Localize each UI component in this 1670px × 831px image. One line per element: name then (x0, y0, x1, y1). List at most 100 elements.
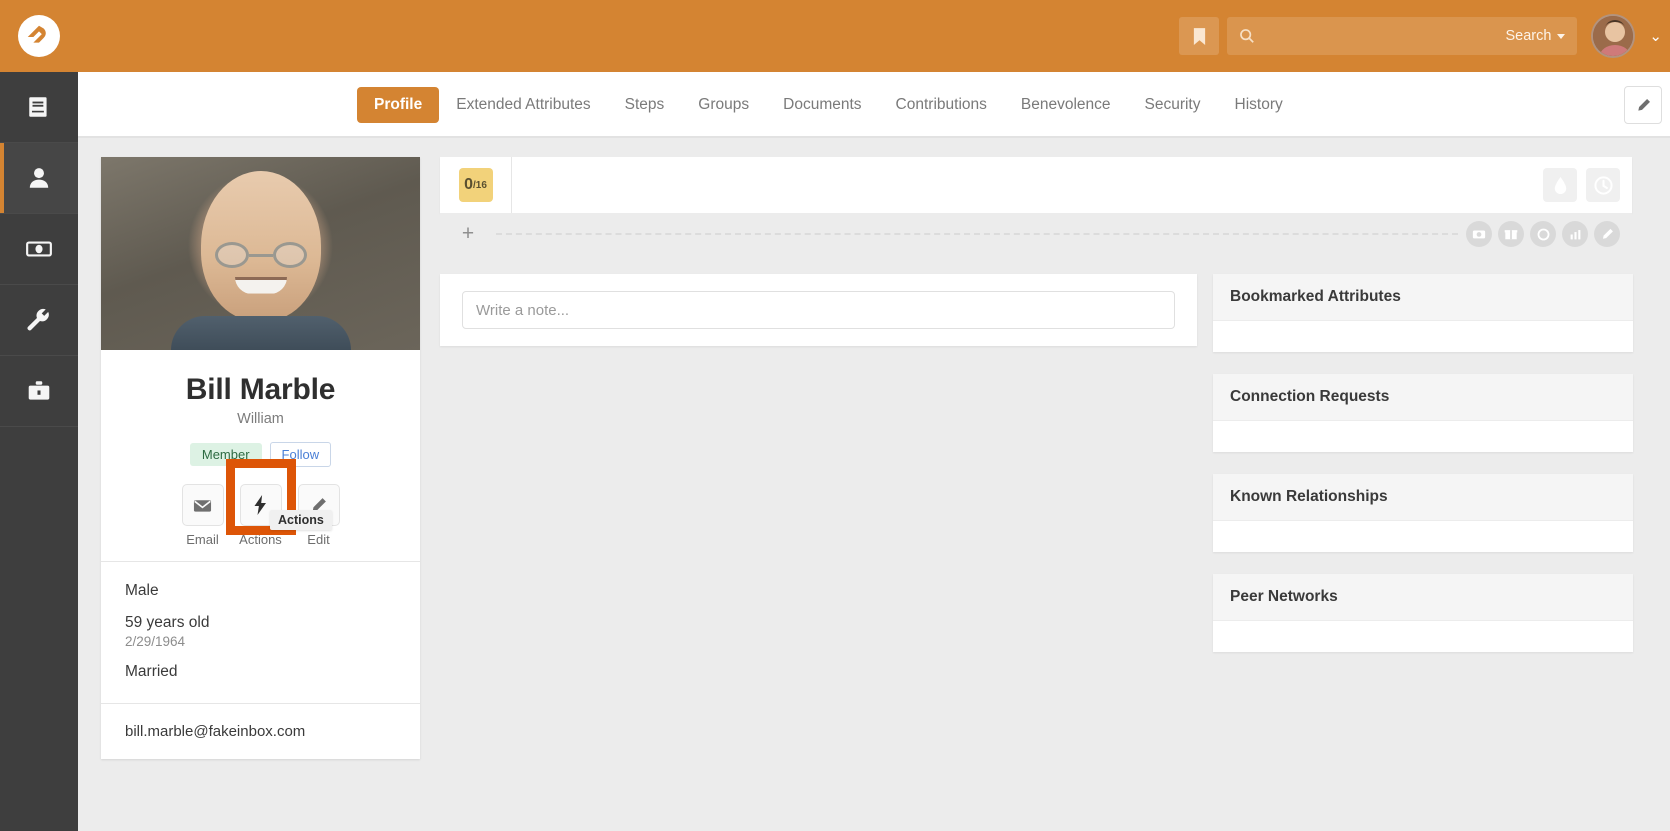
person-email[interactable]: bill.marble@fakeinbox.com (101, 704, 420, 759)
left-sidebar (0, 72, 78, 831)
user-avatar[interactable] (1591, 14, 1636, 58)
circle-glyph-icon (1537, 228, 1549, 240)
pencil-icon (1637, 98, 1650, 111)
wrench-icon (27, 308, 49, 331)
search-input[interactable]: Search (1227, 17, 1578, 55)
logo-container[interactable] (0, 0, 78, 72)
gift-icon[interactable] (1498, 221, 1524, 247)
person-gender: Male (125, 582, 159, 599)
circle-icon[interactable] (1530, 221, 1556, 247)
clock-glyph-icon (1593, 175, 1613, 195)
badge-cell-attendance: 0/16 (440, 157, 512, 213)
avatar-image (1593, 16, 1634, 56)
person-demographics: Male 59 years old 2/29/1964 Married (101, 562, 420, 703)
panel-connection-requests: Connection Requests (1213, 374, 1633, 452)
attendance-total: /16 (473, 179, 487, 191)
badge-bar-right-group (1543, 168, 1632, 202)
bolt-icon (254, 495, 266, 515)
rock-logo-icon (27, 25, 46, 43)
status-badge-member: Member (189, 443, 262, 466)
rock-rms-logo[interactable] (18, 15, 60, 57)
camera-icon[interactable] (1466, 221, 1492, 247)
tab-steps[interactable]: Steps (608, 87, 682, 123)
person-tag-row: Member Follow (101, 442, 420, 467)
email-action-button[interactable]: Email (181, 484, 225, 547)
bookmark-icon[interactable] (1179, 17, 1220, 55)
panel-body (1213, 521, 1633, 552)
search-label: Search (1505, 28, 1552, 44)
pencil-icon[interactable] (1594, 221, 1620, 247)
person-icon (29, 168, 49, 188)
chart-icon[interactable] (1562, 221, 1588, 247)
person-nick-name: William (237, 411, 284, 427)
top-bar: Search ⌄ (0, 0, 1670, 72)
panel-known-relationships: Known Relationships (1213, 474, 1633, 552)
person-name: Bill Marble (185, 373, 336, 406)
sidebar-item-people[interactable] (0, 143, 78, 214)
chart-glyph-icon (1570, 229, 1580, 239)
add-badge-button[interactable]: + (440, 213, 496, 255)
person-profile-card: Bill Marble William Member Follow Email … (101, 157, 420, 759)
email-action-box[interactable] (181, 484, 224, 526)
attendance-count: 0 (464, 176, 473, 193)
tab-contributions[interactable]: Contributions (879, 87, 1004, 123)
topbar-chevron-down-icon[interactable]: ⌄ (1649, 27, 1662, 45)
edit-action-label: Edit (307, 532, 330, 547)
actions-tooltip: Actions (270, 510, 332, 530)
photo-glasses-right (272, 241, 307, 268)
panel-bookmarked-attributes: Bookmarked Attributes (1213, 274, 1633, 352)
panel-body (1213, 621, 1633, 652)
water-drop-glyph-icon (1554, 176, 1566, 194)
page-tab-bar: Profile Extended Attributes Steps Groups… (78, 72, 1670, 137)
tab-extended-attributes[interactable]: Extended Attributes (439, 87, 607, 123)
sidebar-item-finance[interactable] (0, 214, 78, 285)
person-marital-status: Married (125, 663, 178, 680)
follow-button[interactable]: Follow (269, 442, 332, 467)
briefcase-icon (28, 381, 50, 400)
camera-glyph-icon (1472, 230, 1486, 239)
email-action-label: Email (186, 532, 219, 547)
bookmark-glyph-icon (1193, 27, 1206, 45)
person-birthdate: 2/29/1964 (125, 634, 186, 649)
tab-list: Profile Extended Attributes Steps Groups… (357, 86, 1300, 123)
photo-shirt (170, 316, 351, 350)
vertical-scrollbar[interactable] (1666, 72, 1670, 831)
panel-title: Bookmarked Attributes (1213, 274, 1633, 321)
note-input[interactable] (462, 291, 1175, 329)
panel-body (1213, 421, 1633, 452)
badge-bar: 0/16 (440, 157, 1632, 213)
sidebar-item-tools[interactable] (0, 285, 78, 356)
person-age: 59 years old (125, 614, 210, 631)
tab-benevolence[interactable]: Benevolence (1004, 87, 1128, 123)
person-photo[interactable] (101, 157, 420, 350)
sidebar-item-cms[interactable] (0, 72, 78, 143)
panel-title: Peer Networks (1213, 574, 1633, 621)
person-action-row: Email Actions Edit (101, 484, 420, 561)
attendance-badge[interactable]: 0/16 (458, 168, 493, 202)
tab-groups[interactable]: Groups (681, 87, 766, 123)
pencil-glyph-icon (1602, 228, 1613, 239)
panel-title: Connection Requests (1213, 374, 1633, 421)
panel-peer-networks: Peer Networks (1213, 574, 1633, 652)
photo-smile (234, 276, 287, 294)
nav-divider (78, 136, 1670, 138)
tab-history[interactable]: History (1218, 87, 1300, 123)
right-panel-column: Bookmarked Attributes Connection Request… (1213, 274, 1633, 674)
baptism-drop-icon[interactable] (1543, 168, 1577, 202)
badge-dotted-divider (496, 233, 1458, 235)
money-icon (26, 241, 52, 257)
note-card (440, 274, 1197, 346)
panel-body (1213, 321, 1633, 352)
tab-security[interactable]: Security (1128, 87, 1218, 123)
actions-action-label: Actions (239, 532, 282, 547)
page-edit-button[interactable] (1624, 86, 1662, 124)
clock-history-icon[interactable] (1586, 168, 1620, 202)
person-age-block: 59 years old 2/29/1964 (125, 614, 396, 649)
photo-glasses-left (214, 241, 249, 268)
badge-small-icon-group (1466, 221, 1632, 247)
tab-profile[interactable]: Profile (357, 86, 440, 123)
sidebar-item-admin[interactable] (0, 356, 78, 427)
photo-glasses-bridge (248, 253, 273, 257)
tab-documents[interactable]: Documents (766, 87, 878, 123)
search-icon (1240, 29, 1255, 43)
